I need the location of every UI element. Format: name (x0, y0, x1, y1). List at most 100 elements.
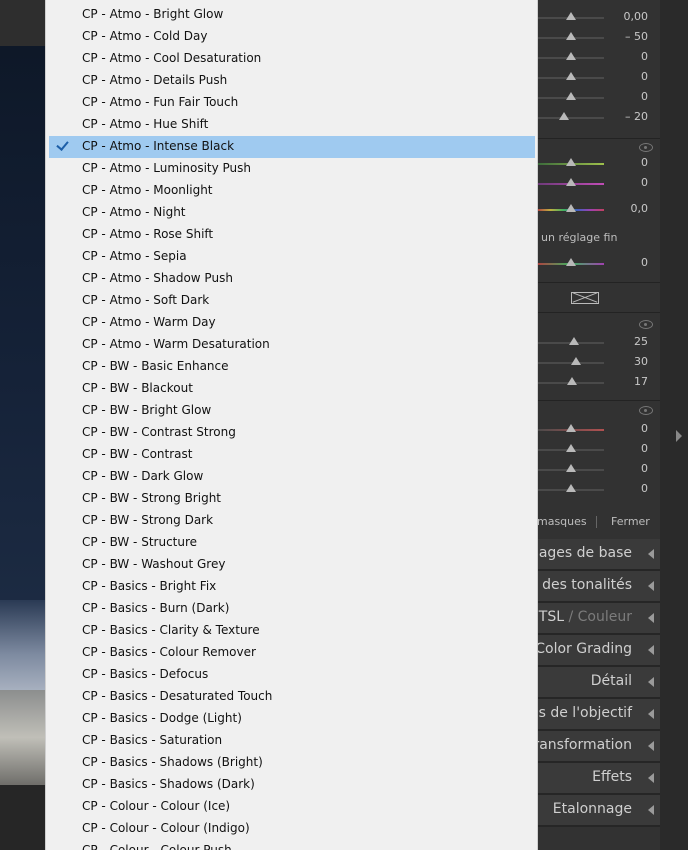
menu-item[interactable]: CP - BW - Washout Grey (47, 554, 537, 576)
menu-item[interactable]: CP - Basics - Desaturated Touch (47, 686, 537, 708)
slider[interactable]: 0 (537, 48, 660, 68)
menu-item[interactable]: CP - Colour - Colour (Ice) (47, 796, 537, 818)
menu-item[interactable]: CP - Atmo - Warm Desaturation (47, 334, 537, 356)
menu-item[interactable]: CP - BW - Contrast Strong (47, 422, 537, 444)
panel-section-header[interactable]: Transformation (537, 731, 660, 763)
crossed-box-icon[interactable] (571, 292, 599, 304)
menu-item[interactable]: CP - Basics - Defocus (47, 664, 537, 686)
slider[interactable]: 0 (537, 154, 660, 174)
slider-thumb[interactable] (566, 32, 576, 40)
menu-item[interactable]: CP - Atmo - Sepia (47, 246, 537, 268)
menu-item[interactable]: CP - Atmo - Rose Shift (47, 224, 537, 246)
menu-item[interactable]: CP - BW - Strong Bright (47, 488, 537, 510)
menu-item[interactable]: CP - Atmo - Night (47, 202, 537, 224)
menu-item[interactable]: CP - Colour - Colour (Indigo) (47, 818, 537, 840)
eye-icon[interactable] (639, 143, 653, 152)
close-button[interactable]: Fermer (611, 515, 650, 528)
slider[interactable]: 0 (537, 440, 660, 460)
slider[interactable]: 0 (537, 254, 660, 274)
slider[interactable]: – 50 (537, 28, 660, 48)
expand-triangle-icon[interactable] (648, 677, 654, 687)
slider-thumb[interactable] (566, 464, 576, 472)
menu-item[interactable]: CP - BW - Bright Glow (47, 400, 537, 422)
panel-collapse-icon[interactable] (676, 430, 682, 442)
slider-thumb[interactable] (571, 357, 581, 365)
slider-thumb[interactable] (559, 112, 569, 120)
menu-item[interactable]: CP - Basics - Colour Remover (47, 642, 537, 664)
menu-item[interactable]: CP - Atmo - Warm Day (47, 312, 537, 334)
expand-triangle-icon[interactable] (648, 645, 654, 655)
eye-icon[interactable] (639, 406, 653, 415)
slider[interactable]: 0 (537, 420, 660, 440)
slider[interactable]: 0 (537, 174, 660, 194)
eye-icon[interactable] (639, 320, 653, 329)
panel-section-header[interactable]: ns de l'objectif (537, 699, 660, 731)
expand-triangle-icon[interactable] (648, 581, 654, 591)
slider[interactable]: – 20 (537, 108, 660, 128)
slider[interactable]: 17 (537, 373, 660, 393)
expand-triangle-icon[interactable] (648, 773, 654, 783)
expand-triangle-icon[interactable] (648, 709, 654, 719)
panel-section-header[interactable]: Color Grading (537, 635, 660, 667)
menu-item[interactable]: CP - Atmo - Hue Shift (47, 114, 537, 136)
panel-section-header[interactable]: Effets (537, 763, 660, 795)
slider-thumb[interactable] (566, 484, 576, 492)
slider[interactable]: 30 (537, 353, 660, 373)
panel-section-header[interactable]: Etalonnage (537, 795, 660, 827)
menu-item[interactable]: CP - BW - Strong Dark (47, 510, 537, 532)
menu-item[interactable]: CP - Basics - Saturation (47, 730, 537, 752)
menu-item[interactable]: CP - BW - Dark Glow (47, 466, 537, 488)
preset-dropdown-menu[interactable]: CP - Atmo - Bright Glow CP - Atmo - Cold … (45, 0, 538, 850)
panel-section-header[interactable]: Détail (537, 667, 660, 699)
slider-thumb[interactable] (566, 72, 576, 80)
slider[interactable]: 0 (537, 68, 660, 88)
menu-item[interactable]: CP - Atmo - Cool Desaturation (47, 48, 537, 70)
slider-thumb[interactable] (566, 12, 576, 20)
menu-item[interactable]: CP - Basics - Clarity & Texture (47, 620, 537, 642)
menu-item[interactable]: CP - Basics - Dodge (Light) (47, 708, 537, 730)
panel-section-header[interactable]: TSL / Couleur (537, 603, 660, 635)
expand-triangle-icon[interactable] (648, 805, 654, 815)
slider-thumb[interactable] (566, 178, 576, 186)
menu-item[interactable]: CP - Atmo - Soft Dark (47, 290, 537, 312)
menu-item[interactable]: CP - BW - Structure (47, 532, 537, 554)
slider[interactable]: 0,0 (537, 200, 660, 220)
slider-thumb[interactable] (566, 258, 576, 266)
menu-item[interactable]: CP - Colour - Colour Push (47, 840, 537, 850)
slider-thumb[interactable] (566, 92, 576, 100)
menu-item[interactable]: CP - Atmo - Fun Fair Touch (47, 92, 537, 114)
slider-track[interactable] (537, 117, 604, 119)
slider-thumb[interactable] (566, 424, 576, 432)
slider-thumb[interactable] (566, 444, 576, 452)
menu-item[interactable]: CP - Atmo - Luminosity Push (47, 158, 537, 180)
menu-item[interactable]: CP - Basics - Burn (Dark) (47, 598, 537, 620)
menu-item[interactable]: CP - Basics - Shadows (Bright) (47, 752, 537, 774)
menu-item[interactable]: CP - Atmo - Details Push (47, 70, 537, 92)
panel-section-header[interactable]: glages de base (537, 539, 660, 571)
menu-item[interactable]: CP - BW - Blackout (47, 378, 537, 400)
menu-item[interactable]: CP - Atmo - Bright Glow (47, 4, 537, 26)
slider[interactable]: 0,00 (537, 8, 660, 28)
menu-item-selected[interactable]: CP - Atmo - Intense Black (49, 136, 535, 158)
menu-item[interactable]: CP - Atmo - Cold Day (47, 26, 537, 48)
expand-triangle-icon[interactable] (648, 741, 654, 751)
slider-thumb[interactable] (567, 377, 577, 385)
expand-triangle-icon[interactable] (648, 549, 654, 559)
slider[interactable]: 25 (537, 333, 660, 353)
slider[interactable]: 0 (537, 460, 660, 480)
slider-thumb[interactable] (566, 204, 576, 212)
menu-item[interactable]: CP - Atmo - Shadow Push (47, 268, 537, 290)
panel-section-header[interactable]: e des tonalités (537, 571, 660, 603)
menu-item[interactable]: CP - Basics - Bright Fix (47, 576, 537, 598)
slider-thumb[interactable] (566, 52, 576, 60)
menu-item[interactable]: CP - BW - Contrast (47, 444, 537, 466)
slider-thumb[interactable] (566, 158, 576, 166)
menu-item[interactable]: CP - Basics - Shadows (Dark) (47, 774, 537, 796)
slider[interactable]: 0 (537, 88, 660, 108)
slider[interactable]: 0 (537, 480, 660, 500)
slider-thumb[interactable] (569, 337, 579, 345)
masks-button[interactable]: masques (537, 515, 587, 528)
expand-triangle-icon[interactable] (648, 613, 654, 623)
menu-item[interactable]: CP - Atmo - Moonlight (47, 180, 537, 202)
menu-item[interactable]: CP - BW - Basic Enhance (47, 356, 537, 378)
